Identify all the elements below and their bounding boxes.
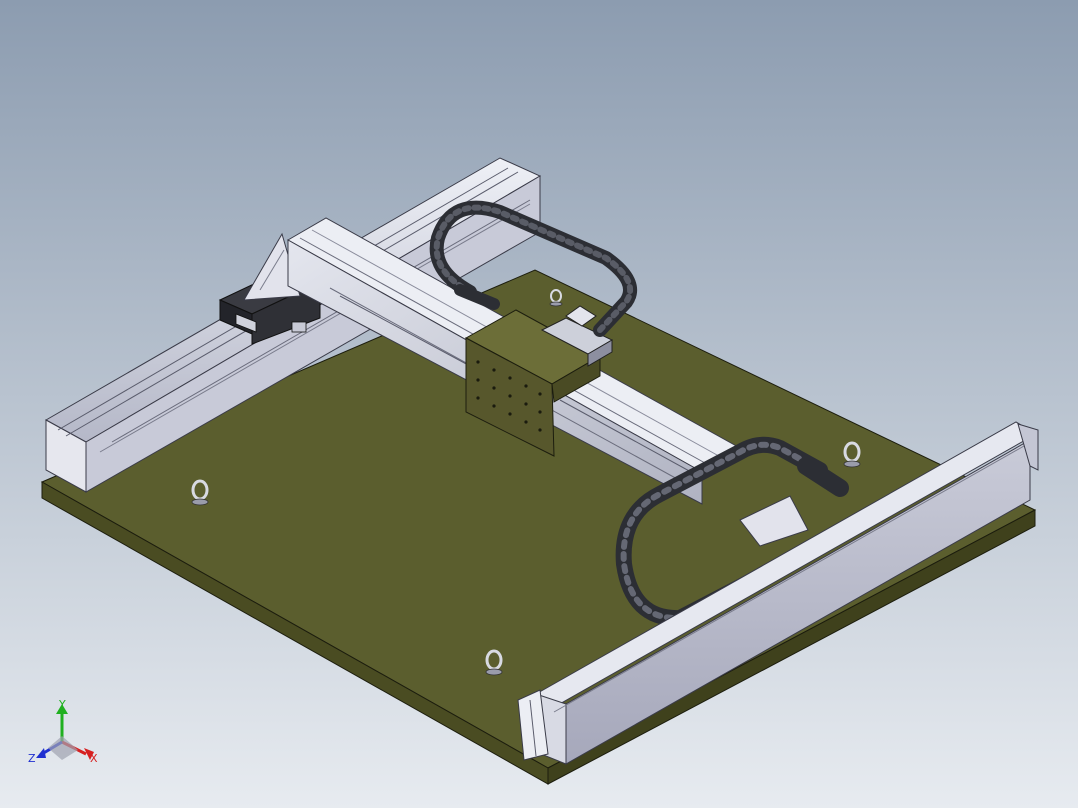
x-axis-label: X — [90, 752, 98, 765]
cad-viewport[interactable]: Y X Z — [0, 0, 1078, 808]
z-axis-label: Z — [28, 752, 36, 765]
y-axis-label: Y — [58, 698, 66, 711]
gantry-assembly-model[interactable]: Y X Z — [0, 0, 1078, 808]
